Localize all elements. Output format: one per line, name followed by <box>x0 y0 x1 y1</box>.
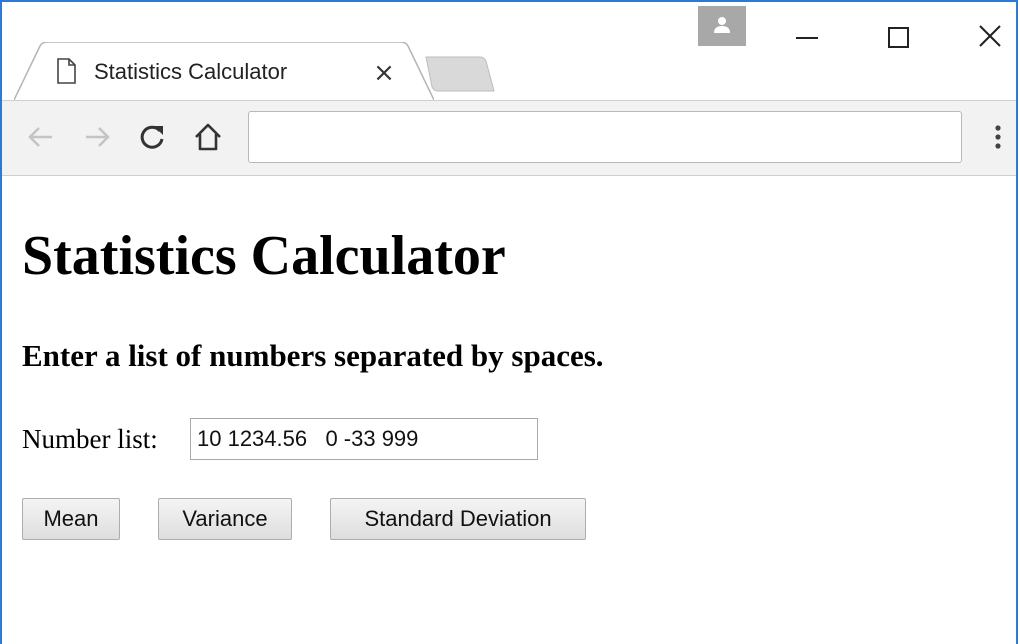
close-icon <box>979 25 1001 47</box>
forward-button[interactable] <box>78 117 118 157</box>
three-dots-menu-icon <box>995 125 1001 149</box>
close-tab-icon[interactable]: × <box>371 60 397 86</box>
standard-deviation-button[interactable]: Standard Deviation <box>330 498 586 540</box>
home-button[interactable] <box>188 117 228 157</box>
menu-button[interactable] <box>984 119 1012 155</box>
tab-title: Statistics Calculator <box>94 59 288 84</box>
number-list-input[interactable] <box>190 418 538 460</box>
number-list-label: Number list: <box>22 424 158 454</box>
page-icon <box>57 58 76 84</box>
instructions-heading: Enter a list of numbers separated by spa… <box>22 338 604 373</box>
variance-button[interactable]: Variance <box>158 498 292 540</box>
person-icon <box>714 17 730 33</box>
reload-button[interactable] <box>132 117 172 157</box>
browser-window: Statistics Calculator × Statistics Calcu… <box>0 0 1018 644</box>
close-window-button[interactable] <box>958 8 1016 64</box>
forward-arrow-icon <box>86 127 110 147</box>
back-button[interactable] <box>20 117 60 157</box>
page-title: Statistics Calculator <box>22 225 506 287</box>
address-bar[interactable] <box>248 111 962 163</box>
browser-toolbar <box>2 100 1016 176</box>
mean-button[interactable]: Mean <box>22 498 120 540</box>
minimize-button[interactable] <box>774 8 838 64</box>
minimize-icon <box>796 37 818 39</box>
reload-icon <box>140 125 164 149</box>
back-arrow-icon <box>28 127 52 147</box>
new-tab-button[interactable] <box>422 55 498 93</box>
maximize-button[interactable] <box>866 8 930 64</box>
home-icon <box>195 123 221 151</box>
profile-button[interactable] <box>698 6 746 46</box>
maximize-icon <box>888 27 909 48</box>
tab-strip: Statistics Calculator × <box>2 2 1016 100</box>
